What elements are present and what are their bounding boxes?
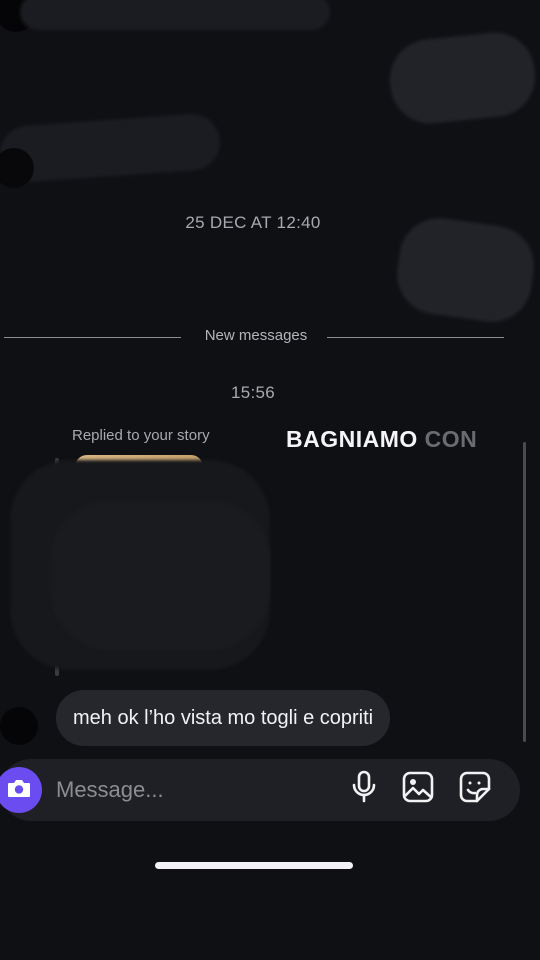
new-messages-divider: New messages <box>4 327 504 347</box>
gallery-icon <box>402 771 434 808</box>
divider-line <box>4 337 181 338</box>
redaction <box>20 0 330 30</box>
message-bubble[interactable]: meh ok l’ho vista mo togli e copriti <box>56 690 391 746</box>
story-text-word: BAGNIAMO <box>286 426 418 452</box>
divider-line <box>327 337 504 338</box>
story-overlay-text: BAGNIAMO CON <box>286 426 477 453</box>
message-input[interactable]: Message... <box>56 777 164 803</box>
voice-message-button[interactable] <box>347 770 381 809</box>
redaction <box>50 500 270 650</box>
story-reply-label: Replied to your story <box>72 427 210 444</box>
camera-icon <box>6 777 32 804</box>
redaction <box>391 213 540 327</box>
gallery-button[interactable] <box>401 771 435 807</box>
story-text-word: CON <box>424 426 478 452</box>
timestamp: 15:56 <box>230 383 276 402</box>
microphone-icon <box>351 770 377 809</box>
new-messages-label: New messages <box>204 327 308 344</box>
redaction <box>386 28 539 128</box>
home-indicator[interactable] <box>155 862 353 869</box>
scrollbar[interactable] <box>523 442 526 742</box>
avatar[interactable] <box>0 148 34 188</box>
avatar[interactable] <box>0 707 38 745</box>
message-text: meh ok l’ho vista mo togli e copriti <box>73 706 374 729</box>
sticker-button[interactable] <box>458 771 492 807</box>
sticker-icon <box>459 771 491 808</box>
